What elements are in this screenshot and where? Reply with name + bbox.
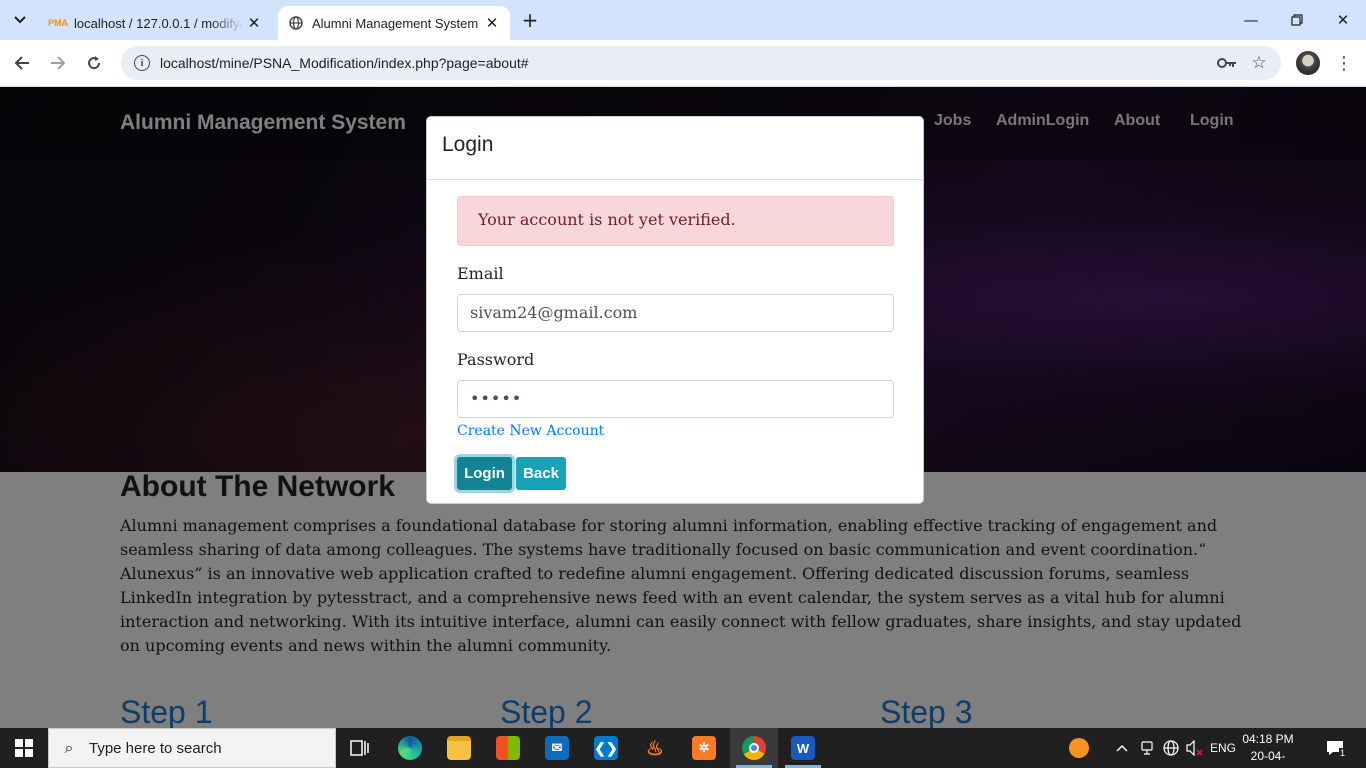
vscode-icon[interactable]: ❮❯ — [582, 728, 630, 768]
browser-tab-alumni[interactable]: Alumni Management System ✕ — [278, 6, 510, 40]
phpmyadmin-icon: PMA — [48, 18, 68, 28]
modal-header: Login — [427, 117, 923, 180]
back-arrow-icon[interactable] — [7, 48, 37, 78]
xampp-icon[interactable]: ✲ — [680, 728, 728, 768]
tab-search-chevron-icon[interactable] — [8, 8, 32, 32]
word-icon[interactable]: W — [779, 728, 827, 768]
password-key-icon[interactable] — [1211, 47, 1243, 79]
tab-title: localhost / 127.0.0.1 / modifyalumni — [74, 15, 244, 31]
file-explorer-icon[interactable] — [435, 728, 483, 768]
taskbar-clock[interactable]: 04:18 PM 20-04-2024 — [1238, 731, 1298, 768]
close-window-icon[interactable]: ✕ — [1320, 0, 1366, 40]
verification-alert: Your account is not yet verified. — [457, 196, 894, 246]
volume-muted-icon[interactable] — [1184, 728, 1206, 768]
clock-date: 20-04-2024 — [1250, 749, 1286, 768]
microsoft-store-icon[interactable] — [484, 728, 532, 768]
chrome-icon[interactable] — [730, 728, 778, 768]
flame-app-icon[interactable]: ♨ — [631, 728, 679, 768]
clock-time: 04:18 PM — [1242, 732, 1294, 746]
mail-icon[interactable]: ✉ — [533, 728, 581, 768]
browser-tab-strip: PMA localhost / 127.0.0.1 / modifyalumni… — [0, 0, 1366, 40]
task-view-icon[interactable] — [336, 728, 384, 768]
login-modal: Login Your account is not yet verified. … — [426, 116, 924, 504]
meet-now-icon[interactable] — [1137, 728, 1157, 768]
search-placeholder: Type here to search — [89, 739, 222, 757]
restore-window-icon[interactable] — [1274, 0, 1320, 40]
windows-start-icon[interactable] — [0, 728, 48, 768]
password-label: Password — [457, 350, 535, 369]
tray-chevron-up-icon[interactable] — [1112, 728, 1132, 768]
network-globe-icon[interactable] — [1160, 728, 1182, 768]
address-bar[interactable]: i localhost/mine/PSNA_Modification/index… — [121, 46, 1281, 80]
search-icon: ⌕ — [64, 738, 74, 757]
tab-title: Alumni Management System — [312, 15, 479, 31]
input-language[interactable]: ENG — [1208, 728, 1238, 768]
taskbar-search-input[interactable]: ⌕ Type here to search — [48, 728, 336, 768]
edge-browser-icon[interactable] — [386, 728, 434, 768]
email-label: Email — [457, 264, 504, 283]
notification-count: 1 — [1338, 748, 1346, 758]
globe-icon — [288, 15, 304, 31]
windows-taskbar: ⌕ Type here to search ✉ ❮❯ ♨ ✲ W ENG 04:… — [0, 728, 1366, 768]
weather-sun-icon[interactable] — [1066, 728, 1092, 768]
browser-toolbar: i localhost/mine/PSNA_Modification/index… — [0, 40, 1366, 87]
profile-avatar[interactable] — [1296, 51, 1320, 75]
new-tab-plus-icon[interactable]: + — [518, 8, 542, 32]
minimize-window-icon[interactable]: — — [1228, 0, 1274, 40]
close-tab-icon[interactable]: ✕ — [482, 13, 502, 33]
close-tab-icon[interactable]: ✕ — [244, 13, 264, 33]
notification-center-icon[interactable]: 1 — [1320, 728, 1350, 768]
create-account-link[interactable]: Create New Account — [457, 423, 604, 439]
bookmark-star-icon[interactable]: ☆ — [1243, 47, 1275, 79]
browser-tab-phpmyadmin[interactable]: PMA localhost / 127.0.0.1 / modifyalumni… — [40, 6, 272, 40]
email-field[interactable]: sivam24@gmail.com — [457, 294, 894, 332]
forward-arrow-icon[interactable] — [43, 48, 73, 78]
reload-icon[interactable] — [79, 48, 109, 78]
page-viewport: Alumni Management System Jobs AdminLogin… — [0, 87, 1366, 728]
login-button[interactable]: Login — [457, 457, 512, 490]
site-info-icon[interactable]: i — [134, 55, 150, 71]
browser-menu-icon[interactable]: ⋮ — [1332, 48, 1356, 78]
password-field[interactable]: ••••• — [457, 380, 894, 418]
modal-title: Login — [442, 133, 494, 156]
url-text[interactable]: localhost/mine/PSNA_Modification/index.p… — [160, 55, 1211, 71]
back-button[interactable]: Back — [516, 457, 566, 490]
